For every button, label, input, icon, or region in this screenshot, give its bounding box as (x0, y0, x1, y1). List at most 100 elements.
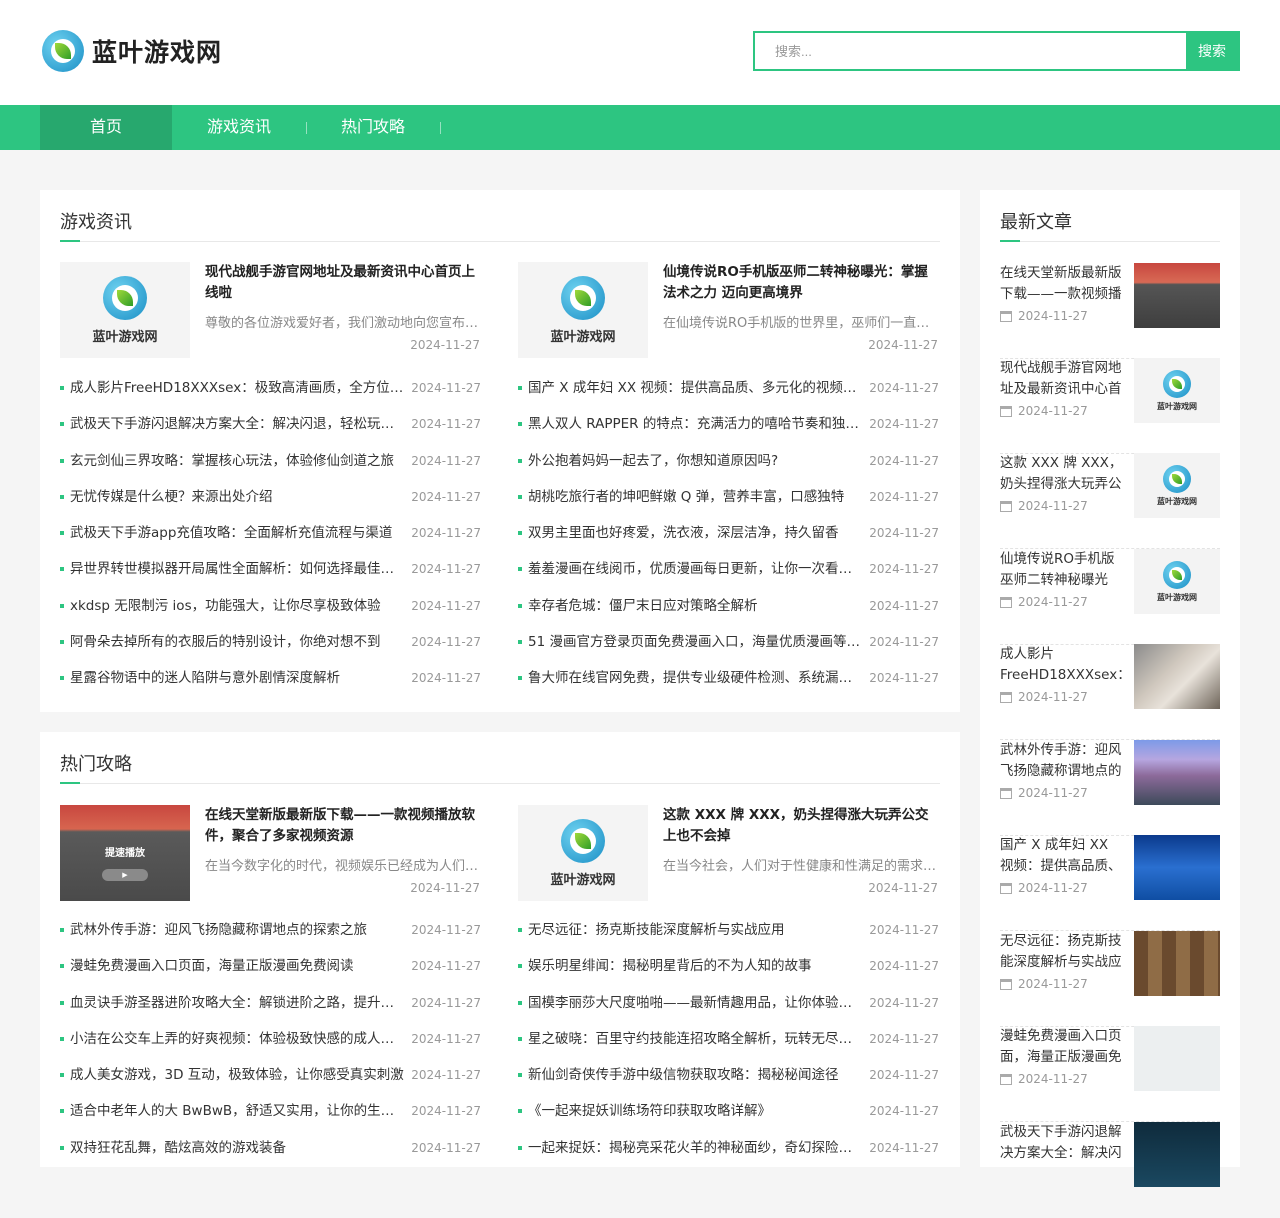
list-item-title[interactable]: 双男主里面也好疼爱，洗衣液，深层洁净，持久留香 (528, 515, 863, 551)
article-thumbnail[interactable]: 蓝叶游戏网 (518, 262, 648, 358)
list-item[interactable]: 星之破晓：百里守约技能连招攻略全解析，玩转无尽对决 2024-11-27 (518, 1021, 939, 1057)
list-item[interactable]: 成人影片FreeHD18XXXsex：极致高清画质，全方位满足您的视觉体验 202… (60, 370, 481, 406)
list-item-title[interactable]: 幸存者危城：僵尸末日应对策略全解析 (528, 588, 863, 624)
list-item-title[interactable]: 胡桃吃旅行者的坤吧鲜嫩 Q 弹，营养丰富，口感独特 (528, 479, 863, 515)
list-item-title[interactable]: 黑人双人 RAPPER 的特点：充满活力的嘻哈节奏和独特风格 (528, 406, 863, 442)
list-item-title[interactable]: 玄元剑仙三界攻略：掌握核心玩法，体验修仙剑道之旅 (70, 443, 405, 479)
search-button[interactable]: 搜索 (1186, 33, 1238, 69)
list-item[interactable]: 无尽远征：扬克斯技能深度解析与实战应用 2024-11-27 (518, 912, 939, 948)
sidebar-article[interactable]: 现代战舰手游官网地址及最新资讯中心首页上线啦 2024-11-27 蓝叶游戏网 (1000, 358, 1220, 454)
featured-article[interactable]: 蓝叶游戏网 仙境传说RO手机版巫师二转神秘曝光：掌握法术之力 迈向更高境界 在仙… (518, 262, 941, 358)
list-item[interactable]: 幸存者危城：僵尸末日应对策略全解析 2024-11-27 (518, 588, 939, 624)
list-item[interactable]: 新仙剑奇侠传手游中级信物获取攻略：揭秘秘闻途径 2024-11-27 (518, 1057, 939, 1093)
sidebar-article-title[interactable]: 无尽远征：扬克斯技能深度解析与实战应用 (1000, 931, 1124, 973)
list-item[interactable]: 胡桃吃旅行者的坤吧鲜嫩 Q 弹，营养丰富，口感独特 2024-11-27 (518, 479, 939, 515)
list-item[interactable]: 双男主里面也好疼爱，洗衣液，深层洁净，持久留香 2024-11-27 (518, 515, 939, 551)
list-item-title[interactable]: 阿骨朵去掉所有的衣服后的特别设计，你绝对想不到 (70, 624, 405, 660)
sidebar-article[interactable]: 无尽远征：扬克斯技能深度解析与实战应用 2024-11-27 (1000, 931, 1220, 1027)
article-thumbnail[interactable]: 蓝叶游戏网 (518, 805, 648, 901)
sidebar-article[interactable]: 漫蛙免费漫画入口页面，海量正版漫画免费阅读 2024-11-27 (1000, 1026, 1220, 1122)
site-logo[interactable]: 蓝叶游戏网 (42, 30, 222, 72)
sidebar-article-title[interactable]: 成人影片FreeHD18XXXsex：极致高清画质 (1000, 644, 1124, 686)
sidebar-article-thumbnail[interactable] (1134, 644, 1220, 709)
featured-article[interactable]: 蓝叶游戏网 这款 XXX 牌 XXX，奶头捏得涨大玩弄公交上也不会掉 在当今社会… (518, 805, 941, 901)
list-item[interactable]: 娱乐明星绯闻：揭秘明星背后的不为人知的故事 2024-11-27 (518, 948, 939, 984)
sidebar-article[interactable]: 成人影片FreeHD18XXXsex：极致高清画质 2024-11-27 (1000, 644, 1220, 740)
sidebar-article-title[interactable]: 漫蛙免费漫画入口页面，海量正版漫画免费阅读 (1000, 1026, 1124, 1068)
list-item[interactable]: 51 漫画官方登录页面免费漫画入口，海量优质漫画等你来看 2024-11-27 (518, 624, 939, 660)
sidebar-article[interactable]: 武极天下手游闪退解决方案大全：解决闪退 (1000, 1122, 1220, 1218)
list-item[interactable]: 国模李丽莎大尺度啪啪——最新情趣用品，让你体验极致快感 2024-11-27 (518, 985, 939, 1021)
list-item[interactable]: 外公抱着妈妈一起去了，你想知道原因吗? 2024-11-27 (518, 443, 939, 479)
list-item[interactable]: 异世界转世模拟器开局属性全面解析：如何选择最佳开局 2024-11-27 (60, 551, 481, 587)
sidebar-article-title[interactable]: 这款 XXX 牌 XXX，奶头捏得涨大玩弄公交上也不会掉 (1000, 453, 1124, 495)
sidebar-article-thumbnail[interactable] (1134, 1122, 1220, 1187)
list-item[interactable]: 阿骨朵去掉所有的衣服后的特别设计，你绝对想不到 2024-11-27 (60, 624, 481, 660)
sidebar-article-title[interactable]: 在线天堂新版最新版下载——一款视频播放软件 (1000, 263, 1124, 305)
list-item[interactable]: 武极天下手游app充值攻略：全面解析充值流程与渠道 2024-11-27 (60, 515, 481, 551)
list-item-title[interactable]: 成人影片FreeHD18XXXsex：极致高清画质，全方位满足您的视觉体验 (70, 370, 405, 406)
sidebar-article-title[interactable]: 国产 X 成年妇 XX 视频：提供高品质、多元化的视频内容 (1000, 835, 1124, 877)
search-input[interactable] (755, 33, 1186, 69)
featured-article[interactable]: 提速播放 ▶ 在线天堂新版最新版下载——一款视频播放软件，聚合了多家视频资源 在… (60, 805, 483, 901)
nav-news[interactable]: 游戏资讯 (172, 105, 306, 150)
sidebar-article-title[interactable]: 武林外传手游：迎风飞扬隐藏称谓地点的探索之旅 (1000, 740, 1124, 782)
article-thumbnail[interactable]: 提速播放 ▶ (60, 805, 190, 901)
sidebar-article[interactable]: 国产 X 成年妇 XX 视频：提供高品质、多元化的视频内容 2024-11-27 (1000, 835, 1220, 931)
list-item[interactable]: 羞羞漫画在线阅币，优质漫画每日更新，让你一次看个够 2024-11-27 (518, 551, 939, 587)
sidebar-article[interactable]: 在线天堂新版最新版下载——一款视频播放软件 2024-11-27 (1000, 263, 1220, 359)
list-item-title[interactable]: 成人美女游戏，3D 互动，极致体验，让你感受真实刺激 (70, 1057, 405, 1093)
list-item[interactable]: 适合中老年人的大 BwBwB，舒适又实用，让你的生活更美好 2024-11-27 (60, 1093, 481, 1129)
sidebar-article[interactable]: 武林外传手游：迎风飞扬隐藏称谓地点的探索之旅 2024-11-27 (1000, 740, 1220, 836)
list-item-title[interactable]: 星之破晓：百里守约技能连招攻略全解析，玩转无尽对决 (528, 1021, 863, 1057)
list-item[interactable]: 黑人双人 RAPPER 的特点：充满活力的嘻哈节奏和独特风格 2024-11-27 (518, 406, 939, 442)
list-item-title[interactable]: 鲁大师在线官网免费，提供专业级硬件检测、系统漏洞修复 (528, 660, 863, 696)
list-item[interactable]: xkdsp 无限制污 ios，功能强大，让你尽享极致体验 2024-11-27 (60, 588, 481, 624)
article-thumbnail[interactable]: 蓝叶游戏网 (60, 262, 190, 358)
list-item-title[interactable]: 国产 X 成年妇 XX 视频：提供高品质、多元化的视频内容 (528, 370, 863, 406)
list-item-title[interactable]: 小洁在公交车上弄的好爽视频：体验极致快感的成人内容 (70, 1021, 405, 1057)
list-item-title[interactable]: 无尽远征：扬克斯技能深度解析与实战应用 (528, 912, 863, 948)
sidebar-article-thumbnail[interactable] (1134, 263, 1220, 328)
article-title[interactable]: 仙境传说RO手机版巫师二转神秘曝光：掌握法术之力 迈向更高境界 (663, 262, 941, 304)
list-item-title[interactable]: 异世界转世模拟器开局属性全面解析：如何选择最佳开局 (70, 551, 405, 587)
list-item-title[interactable]: 武林外传手游：迎风飞扬隐藏称谓地点的探索之旅 (70, 912, 405, 948)
list-item-title[interactable]: xkdsp 无限制污 ios，功能强大，让你尽享极致体验 (70, 588, 405, 624)
sidebar-article-thumbnail[interactable]: 蓝叶游戏网 (1134, 358, 1220, 423)
list-item-title[interactable]: 外公抱着妈妈一起去了，你想知道原因吗? (528, 443, 863, 479)
featured-article[interactable]: 蓝叶游戏网 现代战舰手游官网地址及最新资讯中心首页上线啦 尊敬的各位游戏爱好者，… (60, 262, 483, 358)
sidebar-article-title[interactable]: 现代战舰手游官网地址及最新资讯中心首页上线啦 (1000, 358, 1124, 400)
list-item-title[interactable]: 一起来捉妖：揭秘亮采花火羊的神秘面纱，奇幻探险之旅 (528, 1130, 863, 1166)
list-item-title[interactable]: 《一起来捉妖训练场符印获取攻略详解》 (528, 1093, 863, 1129)
list-item[interactable]: 《一起来捉妖训练场符印获取攻略详解》 2024-11-27 (518, 1093, 939, 1129)
list-item[interactable]: 玄元剑仙三界攻略：掌握核心玩法，体验修仙剑道之旅 2024-11-27 (60, 443, 481, 479)
article-title[interactable]: 这款 XXX 牌 XXX，奶头捏得涨大玩弄公交上也不会掉 (663, 805, 941, 847)
list-item-title[interactable]: 双持狂花乱舞，酷炫高效的游戏装备 (70, 1130, 405, 1166)
sidebar-article-thumbnail[interactable] (1134, 835, 1220, 900)
sidebar-article-thumbnail[interactable]: 蓝叶游戏网 (1134, 453, 1220, 518)
list-item[interactable]: 武极天下手游闪退解决方案大全：解决闪退，轻松玩转游戏 2024-11-27 (60, 406, 481, 442)
sidebar-article-thumbnail[interactable] (1134, 931, 1220, 996)
list-item-title[interactable]: 适合中老年人的大 BwBwB，舒适又实用，让你的生活更美好 (70, 1093, 405, 1129)
list-item-title[interactable]: 血灵诀手游圣器进阶攻略大全：解锁进阶之路，提升战力 (70, 985, 405, 1021)
list-item[interactable]: 国产 X 成年妇 XX 视频：提供高品质、多元化的视频内容 2024-11-27 (518, 370, 939, 406)
article-title[interactable]: 现代战舰手游官网地址及最新资讯中心首页上线啦 (205, 262, 483, 304)
sidebar-article-title[interactable]: 仙境传说RO手机版巫师二转神秘曝光 (1000, 549, 1124, 591)
list-item[interactable]: 漫蛙免费漫画入口页面，海量正版漫画免费阅读 2024-11-27 (60, 948, 481, 984)
list-item[interactable]: 星露谷物语中的迷人陷阱与意外剧情深度解析 2024-11-27 (60, 660, 481, 696)
sidebar-article-thumbnail[interactable] (1134, 1026, 1220, 1091)
list-item-title[interactable]: 51 漫画官方登录页面免费漫画入口，海量优质漫画等你来看 (528, 624, 863, 660)
article-title[interactable]: 在线天堂新版最新版下载——一款视频播放软件，聚合了多家视频资源 (205, 805, 483, 847)
nav-guides[interactable]: 热门攻略 (306, 105, 440, 150)
list-item-title[interactable]: 国模李丽莎大尺度啪啪——最新情趣用品，让你体验极致快感 (528, 985, 863, 1021)
sidebar-article[interactable]: 仙境传说RO手机版巫师二转神秘曝光 2024-11-27 蓝叶游戏网 (1000, 549, 1220, 645)
list-item[interactable]: 小洁在公交车上弄的好爽视频：体验极致快感的成人内容 2024-11-27 (60, 1021, 481, 1057)
list-item-title[interactable]: 无忧传媒是什么梗？来源出处介绍 (70, 479, 405, 515)
list-item[interactable]: 双持狂花乱舞，酷炫高效的游戏装备 2024-11-27 (60, 1130, 481, 1166)
sidebar-article[interactable]: 这款 XXX 牌 XXX，奶头捏得涨大玩弄公交上也不会掉 2024-11-27 … (1000, 453, 1220, 549)
list-item-title[interactable]: 羞羞漫画在线阅币，优质漫画每日更新，让你一次看个够 (528, 551, 863, 587)
sidebar-article-thumbnail[interactable]: 蓝叶游戏网 (1134, 549, 1220, 614)
list-item[interactable]: 一起来捉妖：揭秘亮采花火羊的神秘面纱，奇幻探险之旅 2024-11-27 (518, 1130, 939, 1166)
list-item-title[interactable]: 漫蛙免费漫画入口页面，海量正版漫画免费阅读 (70, 948, 405, 984)
list-item-title[interactable]: 武极天下手游app充值攻略：全面解析充值流程与渠道 (70, 515, 405, 551)
